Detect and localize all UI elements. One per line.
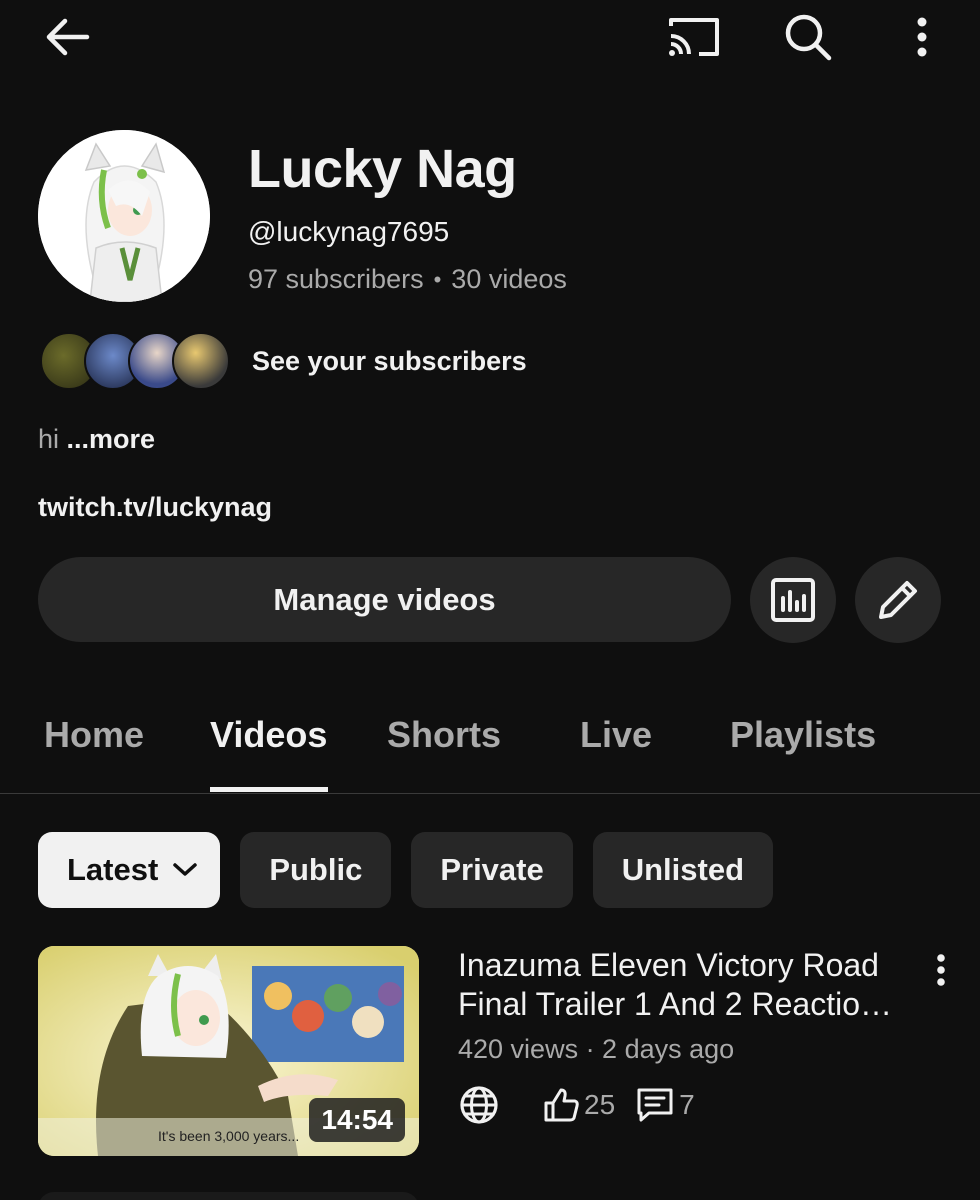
search-icon xyxy=(785,14,832,61)
more-vertical-icon xyxy=(937,954,945,986)
channel-tabs: Home Videos Shorts Live Playlists xyxy=(0,700,980,794)
video-title-line-1: Inazuma Eleven Victory Road xyxy=(458,947,879,983)
search-button[interactable] xyxy=(778,10,838,64)
cast-icon xyxy=(669,18,719,56)
analytics-button[interactable] xyxy=(750,557,836,643)
video-title[interactable]: Inazuma Eleven Victory Road Final Traile… xyxy=(458,946,918,1024)
chip-unlisted[interactable]: Unlisted xyxy=(592,832,774,908)
description-text: hi xyxy=(38,424,60,454)
comments-stat: 7 xyxy=(635,1086,695,1124)
channel-description[interactable]: hi ...more xyxy=(38,424,155,455)
channel-handle: @luckynag7695 xyxy=(248,216,450,247)
top-app-bar xyxy=(0,0,980,80)
thumbs-up-icon xyxy=(544,1088,579,1122)
edit-channel-button[interactable] xyxy=(855,557,941,643)
subscriber-avatar xyxy=(172,332,230,390)
analytics-icon xyxy=(771,578,815,622)
likes-stat: 25 xyxy=(542,1086,615,1124)
next-video-thumbnail-partial[interactable] xyxy=(38,1192,419,1200)
channel-stats: 97 subscribers • 30 videos xyxy=(248,264,567,295)
video-meta: 420 views · 2 days ago xyxy=(458,1034,735,1064)
pencil-icon xyxy=(879,581,917,619)
back-button[interactable] xyxy=(36,12,96,62)
comments-count: 7 xyxy=(679,1089,695,1120)
channel-name: Lucky Nag xyxy=(248,139,517,199)
description-more[interactable]: ...more xyxy=(67,424,156,454)
more-vertical-icon xyxy=(917,17,927,57)
globe-icon xyxy=(460,1086,498,1124)
likes-count: 25 xyxy=(584,1089,616,1120)
video-title-line-2: Final Trailer 1 And 2 Reactio… xyxy=(458,986,892,1022)
thumbnail-caption: It's been 3,000 years... xyxy=(158,1128,300,1144)
manage-videos-button[interactable]: Manage videos xyxy=(38,557,731,642)
video-count: 30 videos xyxy=(451,264,567,294)
sort-dropdown[interactable]: Latest xyxy=(38,832,221,908)
filter-chips: Latest Public Private Unlisted xyxy=(38,832,774,908)
subscriber-count: 97 subscribers xyxy=(248,264,424,294)
avatar-illustration xyxy=(38,130,210,302)
video-list-item[interactable]: It's been 3,000 years... 14:54 Inazuma E… xyxy=(38,946,948,1158)
tab-videos[interactable]: Videos xyxy=(210,714,327,756)
tab-playlists[interactable]: Playlists xyxy=(730,714,876,756)
chip-public[interactable]: Public xyxy=(240,832,392,908)
tab-shorts[interactable]: Shorts xyxy=(387,714,501,756)
see-subscribers-row[interactable]: See your subscribers xyxy=(40,330,527,392)
chevron-down-icon xyxy=(173,863,198,876)
video-more-button[interactable] xyxy=(926,950,956,990)
channel-link[interactable]: twitch.tv/luckynag xyxy=(38,492,272,523)
cast-button[interactable] xyxy=(662,12,726,62)
stats-separator: • xyxy=(433,266,442,292)
video-thumbnail[interactable]: It's been 3,000 years... 14:54 xyxy=(38,946,419,1156)
comment-icon xyxy=(637,1088,673,1122)
more-options-button[interactable] xyxy=(900,10,944,64)
see-subscribers-label: See your subscribers xyxy=(252,345,527,376)
arrow-left-icon xyxy=(46,18,90,56)
chip-private[interactable]: Private xyxy=(411,832,573,908)
channel-avatar[interactable] xyxy=(38,130,210,302)
sort-label: Latest xyxy=(67,852,159,887)
tab-live[interactable]: Live xyxy=(580,714,652,756)
tab-home[interactable]: Home xyxy=(44,714,144,756)
video-stats: 25 7 xyxy=(458,1084,695,1126)
video-duration: 14:54 xyxy=(309,1098,405,1142)
active-tab-indicator xyxy=(210,787,328,792)
